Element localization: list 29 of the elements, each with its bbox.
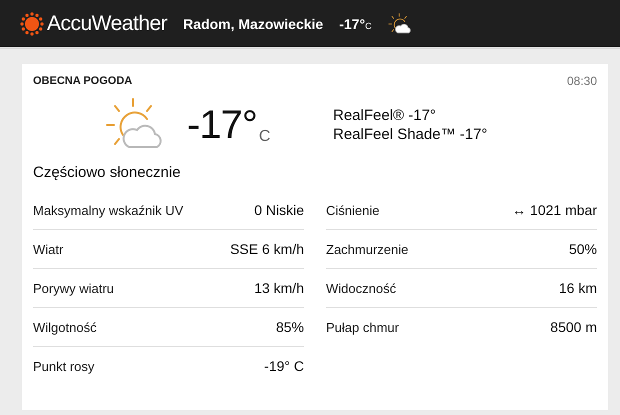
detail-value: 50% (568, 241, 597, 257)
detail-value: 0 Niskie (254, 202, 304, 218)
header-temperature: -17°C (339, 16, 372, 32)
partly-sunny-icon (388, 12, 412, 36)
detail-value: 13 km/h (254, 280, 304, 296)
detail-label: Wiatr (33, 242, 64, 256)
location-name[interactable]: Radom, Mazowieckie (183, 16, 324, 32)
detail-label: Maksymalny wskaźnik UV (33, 202, 184, 218)
brand-name[interactable]: AccuWeather (47, 12, 168, 36)
sun-logo-icon (20, 12, 44, 36)
realfeel-text: RealFeel Shade™ -17° (333, 125, 488, 144)
detail-label: Pułap chmur (326, 320, 399, 334)
condition-text: Częściowo słonecznie (33, 164, 182, 181)
detail-value: SSE 6 km/h (230, 241, 304, 257)
observation-time: 08:30 (566, 74, 597, 88)
detail-value: ↔ 1021 mbar (512, 202, 597, 218)
detail-value: 8500 m (550, 319, 597, 335)
detail-value: -19° C (264, 358, 304, 374)
detail-value: 85% (276, 319, 304, 335)
detail-label: Zachmurzenie (326, 242, 408, 256)
detail-label: Wilgotność (33, 320, 97, 334)
detail-label: Punkt rosy (33, 358, 94, 374)
realfeel-text: RealFeel® -17° (333, 106, 437, 125)
card-title: OBECNA POGODA (33, 75, 132, 87)
detail-label: Ciśnienie (326, 202, 380, 218)
detail-label: Widoczność (326, 280, 396, 296)
current-temperature: -17°C (187, 102, 271, 148)
detail-value: 16 km (558, 280, 597, 296)
detail-label: Porywy wiatru (33, 280, 114, 296)
